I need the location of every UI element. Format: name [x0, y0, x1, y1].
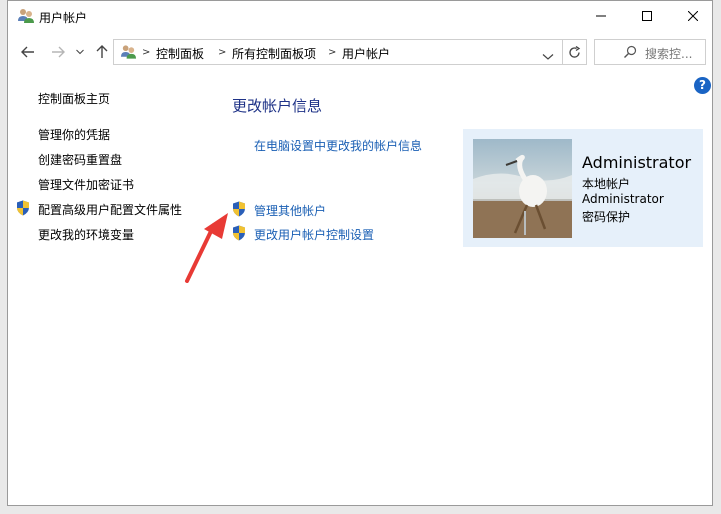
- uac-shield-icon: [232, 225, 246, 241]
- search-icon: [624, 45, 637, 58]
- search-placeholder: 搜索控...: [645, 47, 693, 61]
- back-button[interactable]: [16, 41, 40, 63]
- minimize-icon: [596, 15, 606, 17]
- uac-settings-link[interactable]: 更改用户帐户控制设置: [254, 226, 374, 243]
- address-dropdown-button[interactable]: [542, 46, 558, 60]
- sidebar-item-credentials[interactable]: 管理你的凭据: [38, 126, 110, 143]
- title-bar: 用户帐户: [8, 1, 712, 31]
- users-icon: [17, 8, 35, 24]
- chevron-down-icon: [542, 54, 554, 60]
- minimize-button[interactable]: [578, 1, 624, 31]
- breadcrumb-control-panel[interactable]: 控制面板: [156, 45, 204, 62]
- avatar[interactable]: [473, 139, 572, 238]
- refresh-button[interactable]: [563, 39, 587, 65]
- close-button[interactable]: [670, 1, 712, 31]
- chevron-right-icon: >: [218, 47, 227, 58]
- window-title: 用户帐户: [39, 11, 88, 25]
- arrow-right-icon: [52, 46, 65, 58]
- chevron-down-icon: [76, 49, 84, 55]
- page-title: 更改帐户信息: [232, 97, 323, 115]
- uac-shield-icon: [232, 201, 246, 217]
- account-group: Administrator: [582, 192, 664, 206]
- account-name: Administrator: [582, 153, 692, 172]
- manage-other-accounts-link[interactable]: 管理其他帐户: [254, 202, 326, 219]
- close-icon: [688, 11, 698, 21]
- account-info-panel: Administrator 本地帐户 Administrator 密码保护: [463, 129, 703, 247]
- account-password-status: 密码保护: [582, 210, 631, 224]
- maximize-icon: [642, 11, 652, 21]
- navigation-bar: > 控制面板 > 所有控制面板项 > 用户帐户 搜索控...: [8, 35, 712, 69]
- arrow-up-icon: [96, 45, 108, 58]
- recent-locations-button[interactable]: [68, 41, 92, 63]
- control-panel-icon: [120, 44, 137, 60]
- control-panel-home-link[interactable]: 控制面板主页: [38, 90, 110, 107]
- arrow-left-icon: [21, 46, 34, 58]
- breadcrumb-user-accounts[interactable]: 用户帐户: [342, 45, 390, 62]
- pc-settings-link[interactable]: 在电脑设置中更改我的帐户信息: [254, 137, 422, 154]
- sidebar-item-password-reset-disk[interactable]: 创建密码重置盘: [38, 151, 122, 168]
- sidebar-item-environment-variables[interactable]: 更改我的环境变量: [38, 226, 134, 243]
- maximize-button[interactable]: [624, 1, 670, 31]
- address-bar[interactable]: > 控制面板 > 所有控制面板项 > 用户帐户: [113, 39, 563, 65]
- uac-shield-icon: [16, 200, 30, 216]
- help-icon[interactable]: ?: [694, 77, 711, 94]
- sidebar-item-file-encryption[interactable]: 管理文件加密证书: [38, 176, 134, 193]
- account-type: 本地帐户: [582, 177, 631, 191]
- up-button[interactable]: [90, 41, 114, 63]
- sidebar-item-advanced-profile[interactable]: 配置高级用户配置文件属性: [38, 201, 182, 218]
- annotation-arrow-icon: [185, 213, 228, 283]
- search-input[interactable]: 搜索控...: [594, 39, 706, 65]
- chevron-right-icon: >: [142, 47, 151, 58]
- forward-button[interactable]: [46, 41, 70, 63]
- chevron-right-icon: >: [328, 47, 337, 58]
- breadcrumb-all-items[interactable]: 所有控制面板项: [232, 45, 316, 62]
- user-accounts-window: 用户帐户 > 控制面板 > 所有控制面板项 > 用户帐户 搜索控... ? 控制…: [7, 0, 713, 506]
- refresh-icon: [569, 45, 581, 58]
